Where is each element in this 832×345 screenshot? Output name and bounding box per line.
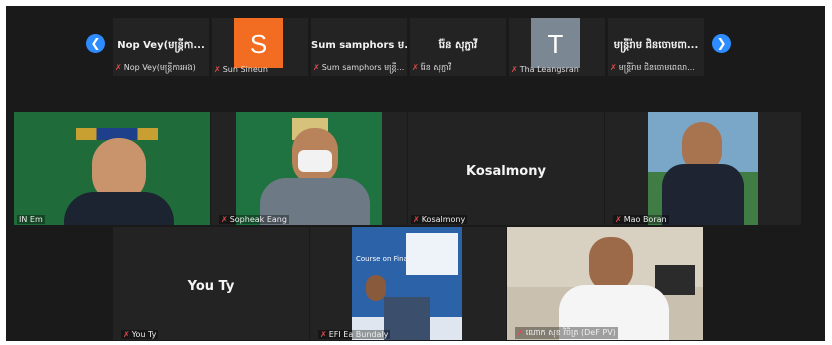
thumb-caption: ✗ Sum samphors មន្ត្រី... (313, 63, 405, 72)
avatar: T (531, 18, 580, 68)
mic-muted-icon: ✗ (413, 215, 420, 224)
person-face (589, 237, 633, 291)
thumb-ren-sopheavy[interactable]: រ៉ែន សុភ្ជាវី ✗ រ៉ែន សុភ្ជាវី (410, 18, 506, 76)
thumb-meanrey[interactable]: មន្ត្រីរ៉ាម ជិនចោមពា... ✗ មន្ត្រីរ៉ាម ជិន… (608, 18, 704, 76)
thumb-title: Nop Vey(មន្ត្រីកា... (117, 40, 205, 51)
mic-muted-icon: ✗ (412, 63, 419, 72)
mic-muted-icon: ✗ (115, 63, 122, 72)
video-tile-mao-boran[interactable]: ✗ Mao Boran (605, 112, 801, 225)
mic-muted-icon: ✗ (511, 65, 518, 74)
mic-muted-icon: ✗ (615, 215, 622, 224)
participant-name-label: ✗ Mao Boran (613, 215, 669, 224)
participant-strip: ❮ Nop Vey(មន្ត្រីកា... ✗ Nop Vey(មន្ត្រីក… (6, 6, 825, 80)
participant-name-label: IN Em (17, 215, 45, 224)
video-tile-sopheak-eang[interactable]: ✗ Sopheak Eang (211, 112, 407, 225)
participant-name-label: ✗ EFI Ea Bundaly (318, 330, 391, 339)
participant-name: Kosalmony (466, 163, 546, 179)
video-tile-sok-vichet[interactable]: ✗ ណោក សុខ វិចិត្រ (DeF PV) (507, 227, 703, 340)
thumb-tha-leangsran[interactable]: T ✗ Tha Leangsran (509, 18, 605, 76)
thumb-caption: ✗ Nop Vey(មន្ត្រីការអង) (115, 63, 196, 72)
mic-muted-icon: ✗ (610, 63, 617, 72)
projector-screen (406, 233, 458, 275)
participant-name-label: ✗ ណោក សុខ វិចិត្រ (DeF PV) (515, 327, 618, 339)
mic-muted-icon: ✗ (320, 330, 327, 339)
thumb-caption: ✗ រ៉ែន សុភ្ជាវី (412, 63, 452, 72)
mic-muted-icon: ✗ (123, 330, 130, 339)
zoom-gallery-view: ❮ Nop Vey(មន្ត្រីកា... ✗ Nop Vey(មន្ត្រីក… (6, 6, 825, 341)
mic-muted-icon: ✗ (221, 215, 228, 224)
speaker-figure (366, 275, 386, 301)
thumb-caption: ✗ Tha Leangsran (511, 65, 579, 74)
person-body (64, 192, 174, 225)
next-page-button[interactable]: ❯ (712, 34, 731, 53)
thumb-caption: ✗ មន្ត្រីរ៉ាម ជិនចោមពេលា... (610, 63, 695, 72)
mic-muted-icon: ✗ (214, 65, 221, 74)
thumb-sun-sineun[interactable]: S ✗ Sun Sineun (212, 18, 308, 76)
thumb-caption: ✗ Sun Sineun (214, 65, 268, 74)
thumb-nop-vey[interactable]: Nop Vey(មន្ត្រីកា... ✗ Nop Vey(មន្ត្រីការ… (113, 18, 209, 76)
thumb-title: រ៉ែន សុភ្ជាវី (438, 40, 478, 51)
video-tile-you-ty[interactable]: You Ty ✗ You Ty (113, 227, 309, 340)
participant-name-label: ✗ Sopheak Eang (219, 215, 289, 224)
mic-muted-icon: ✗ (313, 63, 320, 72)
thumb-sum-samphors[interactable]: Sum samphors ម... ✗ Sum samphors មន្ត្រី.… (311, 18, 407, 76)
podium (384, 297, 430, 340)
video-feed (14, 112, 210, 225)
participant-name: You Ty (187, 278, 235, 294)
video-tile-in-em[interactable]: IN Em (14, 112, 210, 225)
previous-page-button[interactable]: ❮ (86, 34, 105, 53)
avatar: S (234, 18, 283, 68)
video-tile-kosalmony[interactable]: Kosalmony ✗ Kosalmony (408, 112, 604, 225)
thumb-title: Sum samphors ម... (311, 40, 407, 51)
monitor (655, 265, 695, 295)
participant-name-label: ✗ You Ty (121, 330, 159, 339)
video-feed (236, 112, 382, 225)
video-feed (507, 227, 703, 340)
mic-muted-icon: ✗ (517, 328, 524, 337)
thumb-title: មន្ត្រីរ៉ាម ជិនចោមពា... (613, 40, 699, 51)
participant-name-label: ✗ Kosalmony (411, 215, 468, 224)
person-body (662, 164, 744, 225)
video-feed (648, 112, 758, 225)
video-feed: Course on Finan... (352, 227, 462, 340)
video-tile-efi-ea-bundaly[interactable]: Course on Finan... ✗ EFI Ea Bundaly (310, 227, 506, 340)
face-mask (298, 150, 332, 172)
